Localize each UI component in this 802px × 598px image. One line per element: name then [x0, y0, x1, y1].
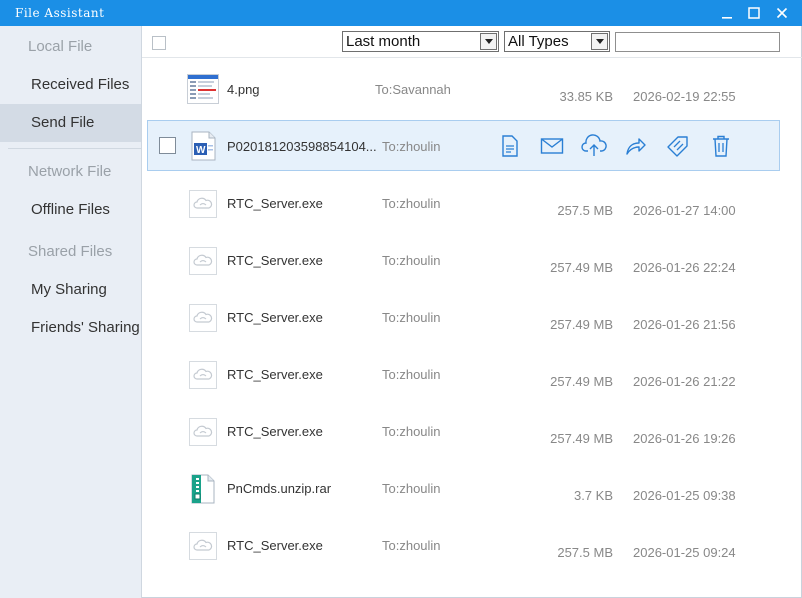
type-filter-value: All Types [508, 33, 569, 50]
file-date: 2026-01-25 09:38 [633, 488, 736, 503]
file-size: 257.5 MB [557, 203, 613, 218]
file-row[interactable]: RTC_Server.exe To:zhoulin 257.49 MB 2026… [142, 403, 801, 460]
exe-file-icon [189, 304, 217, 332]
file-name: P020181203598854104... [227, 139, 377, 154]
file-name: RTC_Server.exe [227, 253, 323, 268]
file-recipient: To:zhoulin [382, 196, 441, 211]
file-date: 2026-01-27 14:00 [633, 203, 736, 218]
close-button[interactable] [771, 3, 793, 23]
file-name: RTC_Server.exe [227, 424, 323, 439]
file-row[interactable]: RTC_Server.exe To:zhoulin 257.5 MB 2026-… [142, 175, 801, 232]
exe-file-icon [189, 361, 217, 389]
word-document-icon: W [189, 131, 217, 161]
time-filter-value: Last month [346, 33, 421, 50]
email-button[interactable] [539, 133, 565, 159]
tag-button[interactable] [665, 133, 691, 159]
file-size: 257.49 MB [550, 374, 613, 389]
open-document-button[interactable] [497, 133, 523, 159]
file-name: RTC_Server.exe [227, 367, 323, 382]
file-size: 257.5 MB [557, 545, 613, 560]
sidebar-item-send-file[interactable]: Send File [0, 104, 141, 142]
file-date: 2026-01-26 21:22 [633, 374, 736, 389]
file-recipient: To:zhoulin [382, 139, 441, 154]
image-file-icon [187, 74, 219, 104]
file-recipient: To:Savannah [375, 82, 451, 97]
sidebar-header-shared-files: Shared Files [28, 243, 113, 260]
file-row[interactable]: RTC_Server.exe To:zhoulin 257.49 MB 2026… [142, 346, 801, 403]
exe-file-icon [189, 418, 217, 446]
file-recipient: To:zhoulin [382, 424, 441, 439]
file-name: PnCmds.unzip.rar [227, 481, 332, 496]
title-bar: File Assistant [0, 0, 802, 26]
exe-file-icon [189, 190, 217, 218]
file-size: 257.49 MB [550, 431, 613, 446]
file-name: RTC_Server.exe [227, 310, 323, 325]
email-icon [540, 138, 564, 154]
sidebar: Local File Received Files Send File Netw… [0, 26, 142, 598]
file-row[interactable]: RTC_Server.exe To:zhoulin 257.5 MB 2026-… [142, 517, 801, 574]
sidebar-header-network-file: Network File [28, 163, 112, 180]
forward-icon [626, 138, 646, 155]
row-checkbox[interactable] [159, 137, 176, 154]
close-icon [776, 7, 788, 19]
search-input[interactable] [615, 32, 780, 52]
file-recipient: To:zhoulin [382, 367, 441, 382]
file-row[interactable]: RTC_Server.exe To:zhoulin 257.49 MB 2026… [142, 232, 801, 289]
upload-cloud-icon [581, 134, 607, 156]
delete-button[interactable] [708, 133, 734, 159]
sidebar-item-friends-sharing[interactable]: Friends' Sharing [0, 309, 141, 347]
maximize-button[interactable] [743, 3, 765, 23]
file-row-selected[interactable]: W P020181203598854104... To:zhoulin [147, 120, 780, 171]
file-recipient: To:zhoulin [382, 538, 441, 553]
minimize-button[interactable] [716, 3, 738, 23]
file-row[interactable]: PnCmds.unzip.rar To:zhoulin 3.7 KB 2026-… [142, 460, 801, 517]
file-recipient: To:zhoulin [382, 310, 441, 325]
file-date: 2026-01-25 09:24 [633, 545, 736, 560]
sidebar-item-offline-files[interactable]: Offline Files [0, 191, 141, 229]
file-name: RTC_Server.exe [227, 538, 323, 553]
file-size: 3.7 KB [573, 488, 613, 503]
tag-icon [667, 136, 688, 157]
maximize-icon [748, 7, 760, 19]
open-document-icon [502, 135, 518, 157]
delete-icon [713, 135, 729, 157]
window-title: File Assistant [15, 6, 105, 20]
file-row[interactable]: 4.png To:Savannah 33.85 KB 2026-02-19 22… [142, 61, 801, 118]
exe-file-icon [189, 532, 217, 560]
upload-button[interactable] [581, 133, 607, 159]
minimize-icon [722, 17, 732, 19]
file-size: 257.49 MB [550, 260, 613, 275]
file-date: 2026-02-19 22:55 [633, 89, 736, 104]
chevron-down-icon [591, 33, 608, 50]
file-size: 257.49 MB [550, 317, 613, 332]
forward-button[interactable] [623, 133, 649, 159]
file-recipient: To:zhoulin [382, 253, 441, 268]
sidebar-item-received-files[interactable]: Received Files [0, 66, 141, 104]
time-filter-select[interactable]: Last month [342, 31, 499, 52]
file-name: RTC_Server.exe [227, 196, 323, 211]
sidebar-header-local-file: Local File [28, 38, 93, 55]
file-date: 2026-01-26 21:56 [633, 317, 736, 332]
select-all-checkbox[interactable] [152, 36, 166, 50]
file-name: 4.png [227, 82, 260, 97]
type-filter-select[interactable]: All Types [504, 31, 610, 52]
sidebar-divider [8, 148, 141, 149]
exe-file-icon [189, 247, 217, 275]
archive-file-icon [189, 474, 217, 504]
sidebar-item-my-sharing[interactable]: My Sharing [0, 271, 141, 309]
chevron-down-icon [480, 33, 497, 50]
file-date: 2026-01-26 22:24 [633, 260, 736, 275]
file-date: 2026-01-26 19:26 [633, 431, 736, 446]
toolbar: Last month All Types [142, 26, 802, 58]
file-size: 33.85 KB [559, 89, 614, 104]
file-recipient: To:zhoulin [382, 481, 441, 496]
svg-text:W: W [196, 145, 206, 156]
file-row[interactable]: RTC_Server.exe To:zhoulin 257.49 MB 2026… [142, 289, 801, 346]
